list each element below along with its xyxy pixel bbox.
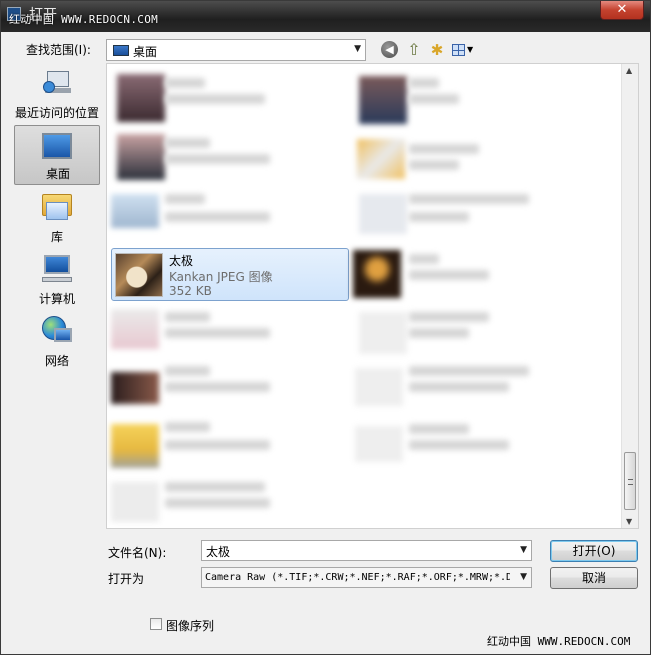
new-folder-button[interactable]: ✱: [427, 40, 447, 60]
file-name-obscured: [409, 144, 479, 154]
place-computer[interactable]: 计算机: [11, 249, 103, 309]
chevron-down-icon[interactable]: ▼: [520, 545, 527, 555]
look-in-value: 桌面: [133, 45, 158, 59]
file-thumbnail[interactable]: [357, 139, 405, 179]
file-type-value: Camera Raw (*.TIF;*.CRW;*.NEF;*.RAF;*.OR…: [205, 572, 510, 583]
close-button[interactable]: ✕: [600, 1, 644, 20]
chevron-down-icon: ▼: [354, 44, 361, 54]
place-label: 库: [50, 230, 63, 244]
scroll-down-icon[interactable]: ▼: [626, 517, 632, 526]
view-grid-icon: [452, 44, 465, 56]
file-thumbnail[interactable]: [111, 372, 159, 404]
up-one-level-button[interactable]: ⇧: [404, 40, 424, 60]
file-name-obscured: [165, 366, 210, 376]
new-folder-icon: ✱: [430, 41, 444, 59]
file-thumbnail[interactable]: [359, 76, 407, 124]
file-thumbnail[interactable]: [359, 312, 407, 354]
chevron-down-icon: ▼: [467, 45, 474, 54]
library-icon: [42, 194, 72, 220]
file-thumbnail[interactable]: [111, 309, 159, 349]
scrollbar-thumb[interactable]: [624, 452, 636, 510]
folder-up-icon: ⇧: [407, 40, 421, 59]
cancel-button[interactable]: 取消: [550, 567, 638, 589]
title-bar[interactable]: 打开 红动中国 WWW.REDOCN.COM ✕: [1, 1, 650, 32]
file-info-obscured: [409, 382, 509, 392]
watermark-top: 红动中国 WWW.REDOCN.COM: [9, 13, 159, 26]
recent-places-icon: [43, 69, 71, 97]
network-icon: [42, 316, 72, 346]
file-thumbnail[interactable]: [117, 74, 165, 122]
image-sequence-checkbox[interactable]: [150, 618, 162, 630]
look-in-dropdown[interactable]: 桌面 ▼: [106, 39, 366, 61]
file-name-obscured: [165, 312, 210, 322]
file-name-obscured: [165, 138, 210, 148]
file-name-obscured: [409, 194, 529, 204]
place-recent[interactable]: 最近访问的位置: [11, 63, 103, 123]
file-info-obscured: [409, 328, 469, 338]
file-thumbnail[interactable]: [355, 368, 403, 406]
file-name-obscured: [409, 78, 439, 88]
file-info-obscured: [165, 498, 270, 508]
computer-icon: [42, 255, 72, 283]
desktop-icon: [42, 133, 72, 159]
vertical-scrollbar[interactable]: ▲ ▼: [621, 64, 638, 528]
file-name-obscured: [165, 78, 205, 88]
file-info-obscured: [165, 212, 270, 222]
file-thumbnail[interactable]: [359, 194, 407, 234]
open-button[interactable]: 打开(O): [550, 540, 638, 562]
file-thumbnail[interactable]: [353, 250, 401, 298]
file-name-obscured: [409, 366, 529, 376]
file-info-obscured: [409, 212, 469, 222]
place-label: 最近访问的位置: [14, 106, 99, 120]
file-info-obscured: [165, 328, 270, 338]
view-menu-button[interactable]: ▼: [450, 40, 478, 60]
place-desktop[interactable]: 桌面: [14, 125, 100, 185]
file-thumbnail[interactable]: [117, 134, 165, 180]
file-list[interactable]: 太极 Kankan JPEG 图像 352 KB ▲ ▼: [106, 63, 639, 529]
file-info-obscured: [165, 382, 270, 392]
desktop-icon: [113, 45, 129, 56]
file-info-obscured: [409, 94, 459, 104]
place-library[interactable]: 库: [11, 187, 103, 247]
file-name-value[interactable]: 太极: [206, 543, 230, 560]
file-type: Kankan JPEG 图像: [169, 270, 273, 284]
file-info-obscured: [409, 160, 459, 170]
file-name-obscured: [409, 424, 469, 434]
file-item-selected[interactable]: 太极 Kankan JPEG 图像 352 KB: [111, 248, 349, 301]
file-info-obscured: [165, 94, 265, 104]
open-dialog: 打开 红动中国 WWW.REDOCN.COM ✕ 查找范围(I): 桌面 ▼ ◀…: [0, 0, 651, 655]
file-size: 352 KB: [169, 284, 212, 298]
file-thumbnail[interactable]: [355, 426, 403, 462]
place-label: 网络: [44, 354, 69, 368]
place-label: 桌面: [45, 167, 70, 181]
file-thumbnail[interactable]: [111, 194, 159, 228]
places-bar: 最近访问的位置 桌面 库 计算机 网络: [11, 63, 103, 603]
file-name-obscured: [409, 312, 489, 322]
file-type-label: 打开为: [108, 572, 145, 586]
chevron-down-icon[interactable]: ▼: [520, 572, 527, 582]
file-thumbnail: [115, 253, 163, 297]
look-in-label: 查找范围(I):: [26, 43, 91, 57]
file-name-obscured: [165, 422, 210, 432]
watermark-bottom: 红动中国 WWW.REDOCN.COM: [487, 635, 631, 648]
file-name-obscured: [409, 254, 439, 264]
file-info-obscured: [409, 270, 489, 280]
arrow-left-icon: ◀: [385, 43, 394, 56]
file-name-obscured: [165, 482, 265, 492]
place-label: 计算机: [38, 292, 75, 306]
file-name-obscured: [165, 194, 205, 204]
back-button[interactable]: ◀: [381, 41, 398, 58]
image-sequence-label: 图像序列: [166, 619, 215, 633]
file-info-obscured: [165, 440, 270, 450]
file-info-obscured: [165, 154, 270, 164]
file-name: 太极: [169, 254, 194, 268]
file-thumbnail[interactable]: [111, 424, 159, 468]
file-info-obscured: [409, 440, 509, 450]
scroll-up-icon[interactable]: ▲: [626, 66, 632, 75]
file-name-combo[interactable]: 太极 ▼: [201, 540, 532, 561]
file-name-label: 文件名(N):: [108, 546, 167, 560]
file-type-dropdown[interactable]: Camera Raw (*.TIF;*.CRW;*.NEF;*.RAF;*.OR…: [201, 567, 532, 588]
place-network[interactable]: 网络: [11, 311, 103, 371]
file-thumbnail[interactable]: [111, 482, 159, 522]
